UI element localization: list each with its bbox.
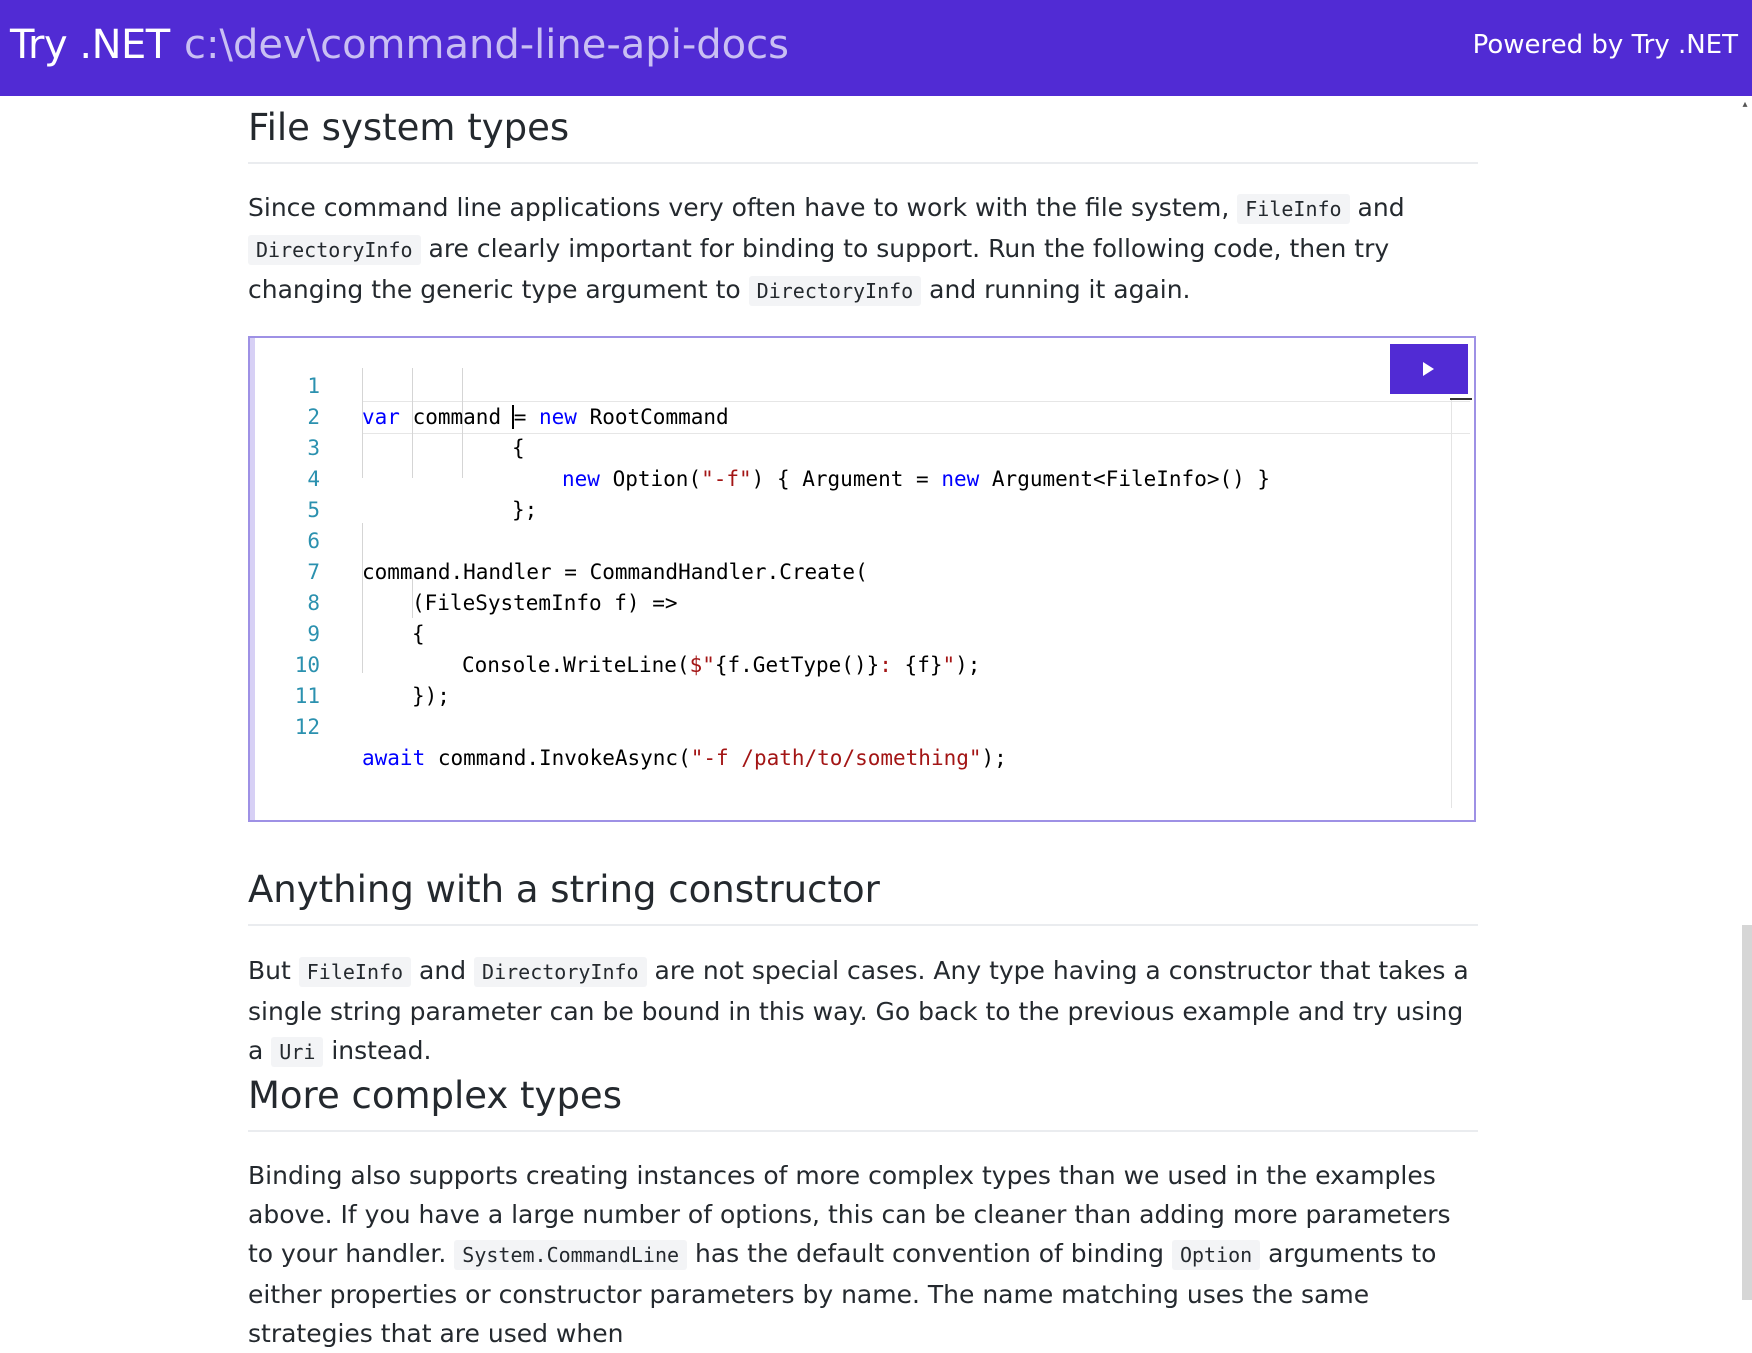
paragraph-string-constructor: But FileInfo and DirectoryInfo are not s… — [248, 951, 1478, 1072]
editor-scroll-marker — [1450, 398, 1472, 400]
paragraph-text: instead. — [331, 1036, 432, 1065]
code-line: 5 — [250, 464, 1474, 522]
inline-code-directoryinfo: DirectoryInfo — [748, 276, 922, 306]
inline-code-system-commandline: System.CommandLine — [454, 1240, 688, 1270]
run-button[interactable] — [1390, 344, 1468, 394]
heading-string-constructor: Anything with a string constructor — [248, 868, 1478, 926]
code-line: 4 }; — [250, 433, 1474, 522]
paragraph-complex-types: Binding also supports creating instances… — [248, 1156, 1478, 1353]
code-line: 10 }); — [250, 619, 1474, 708]
inline-code-fileinfo: FileInfo — [298, 957, 412, 987]
code-line: 2 { — [250, 371, 1474, 460]
inline-code-directoryinfo: DirectoryInfo — [248, 235, 421, 265]
paragraph-text: But — [248, 956, 291, 985]
editor-scrollbar[interactable] — [1451, 398, 1452, 808]
page-scrollbar-thumb[interactable] — [1742, 925, 1752, 1300]
code-line: 3 new Option("-f") { Argument = new Argu… — [250, 402, 1474, 491]
play-icon — [1423, 362, 1434, 376]
inline-code-uri: Uri — [271, 1037, 324, 1067]
powered-by-link[interactable]: Powered by Try .NET — [1473, 30, 1738, 60]
code-line: 9 Console.WriteLine($"{f.GetType()}: {f}… — [250, 588, 1474, 677]
heading-more-complex-types: More complex types — [248, 1074, 1478, 1132]
project-path: c:\dev\command-line-api-docs — [184, 22, 789, 68]
top-navbar: Try .NET c:\dev\command-line-api-docs Po… — [0, 0, 1752, 96]
paragraph-text: and — [1357, 193, 1405, 222]
code-line: 7 (FileSystemInfo f) => — [250, 526, 1474, 615]
scroll-up-arrow-icon[interactable]: ▴ — [1738, 98, 1752, 112]
paragraph-text: has the default convention of binding — [695, 1239, 1164, 1268]
line-number: 12 — [294, 715, 320, 739]
code-editor[interactable]: 1 var command = new RootCommand 2 { 3 ne… — [248, 336, 1476, 822]
inline-code-directoryinfo: DirectoryInfo — [474, 957, 647, 987]
inline-code-fileinfo: FileInfo — [1237, 194, 1350, 224]
paragraph-text: Since command line applications very oft… — [248, 193, 1230, 222]
code-line: 6 command.Handler = CommandHandler.Creat… — [250, 495, 1474, 584]
code-line: 11 — [250, 650, 1474, 708]
code-line: 12 await command.InvokeAsync("-f /path/t… — [250, 681, 1474, 770]
paragraph-file-system: Since command line applications very oft… — [248, 188, 1478, 311]
heading-file-system-types: File system types — [248, 106, 1478, 164]
paragraph-text: and running it again. — [929, 275, 1191, 304]
inline-code-option: Option — [1171, 1240, 1261, 1270]
code-line: 8 { — [250, 557, 1474, 646]
brand-title[interactable]: Try .NET — [10, 22, 170, 68]
paragraph-text: and — [419, 956, 467, 985]
code-line: 1 var command = new RootCommand — [250, 340, 1474, 429]
